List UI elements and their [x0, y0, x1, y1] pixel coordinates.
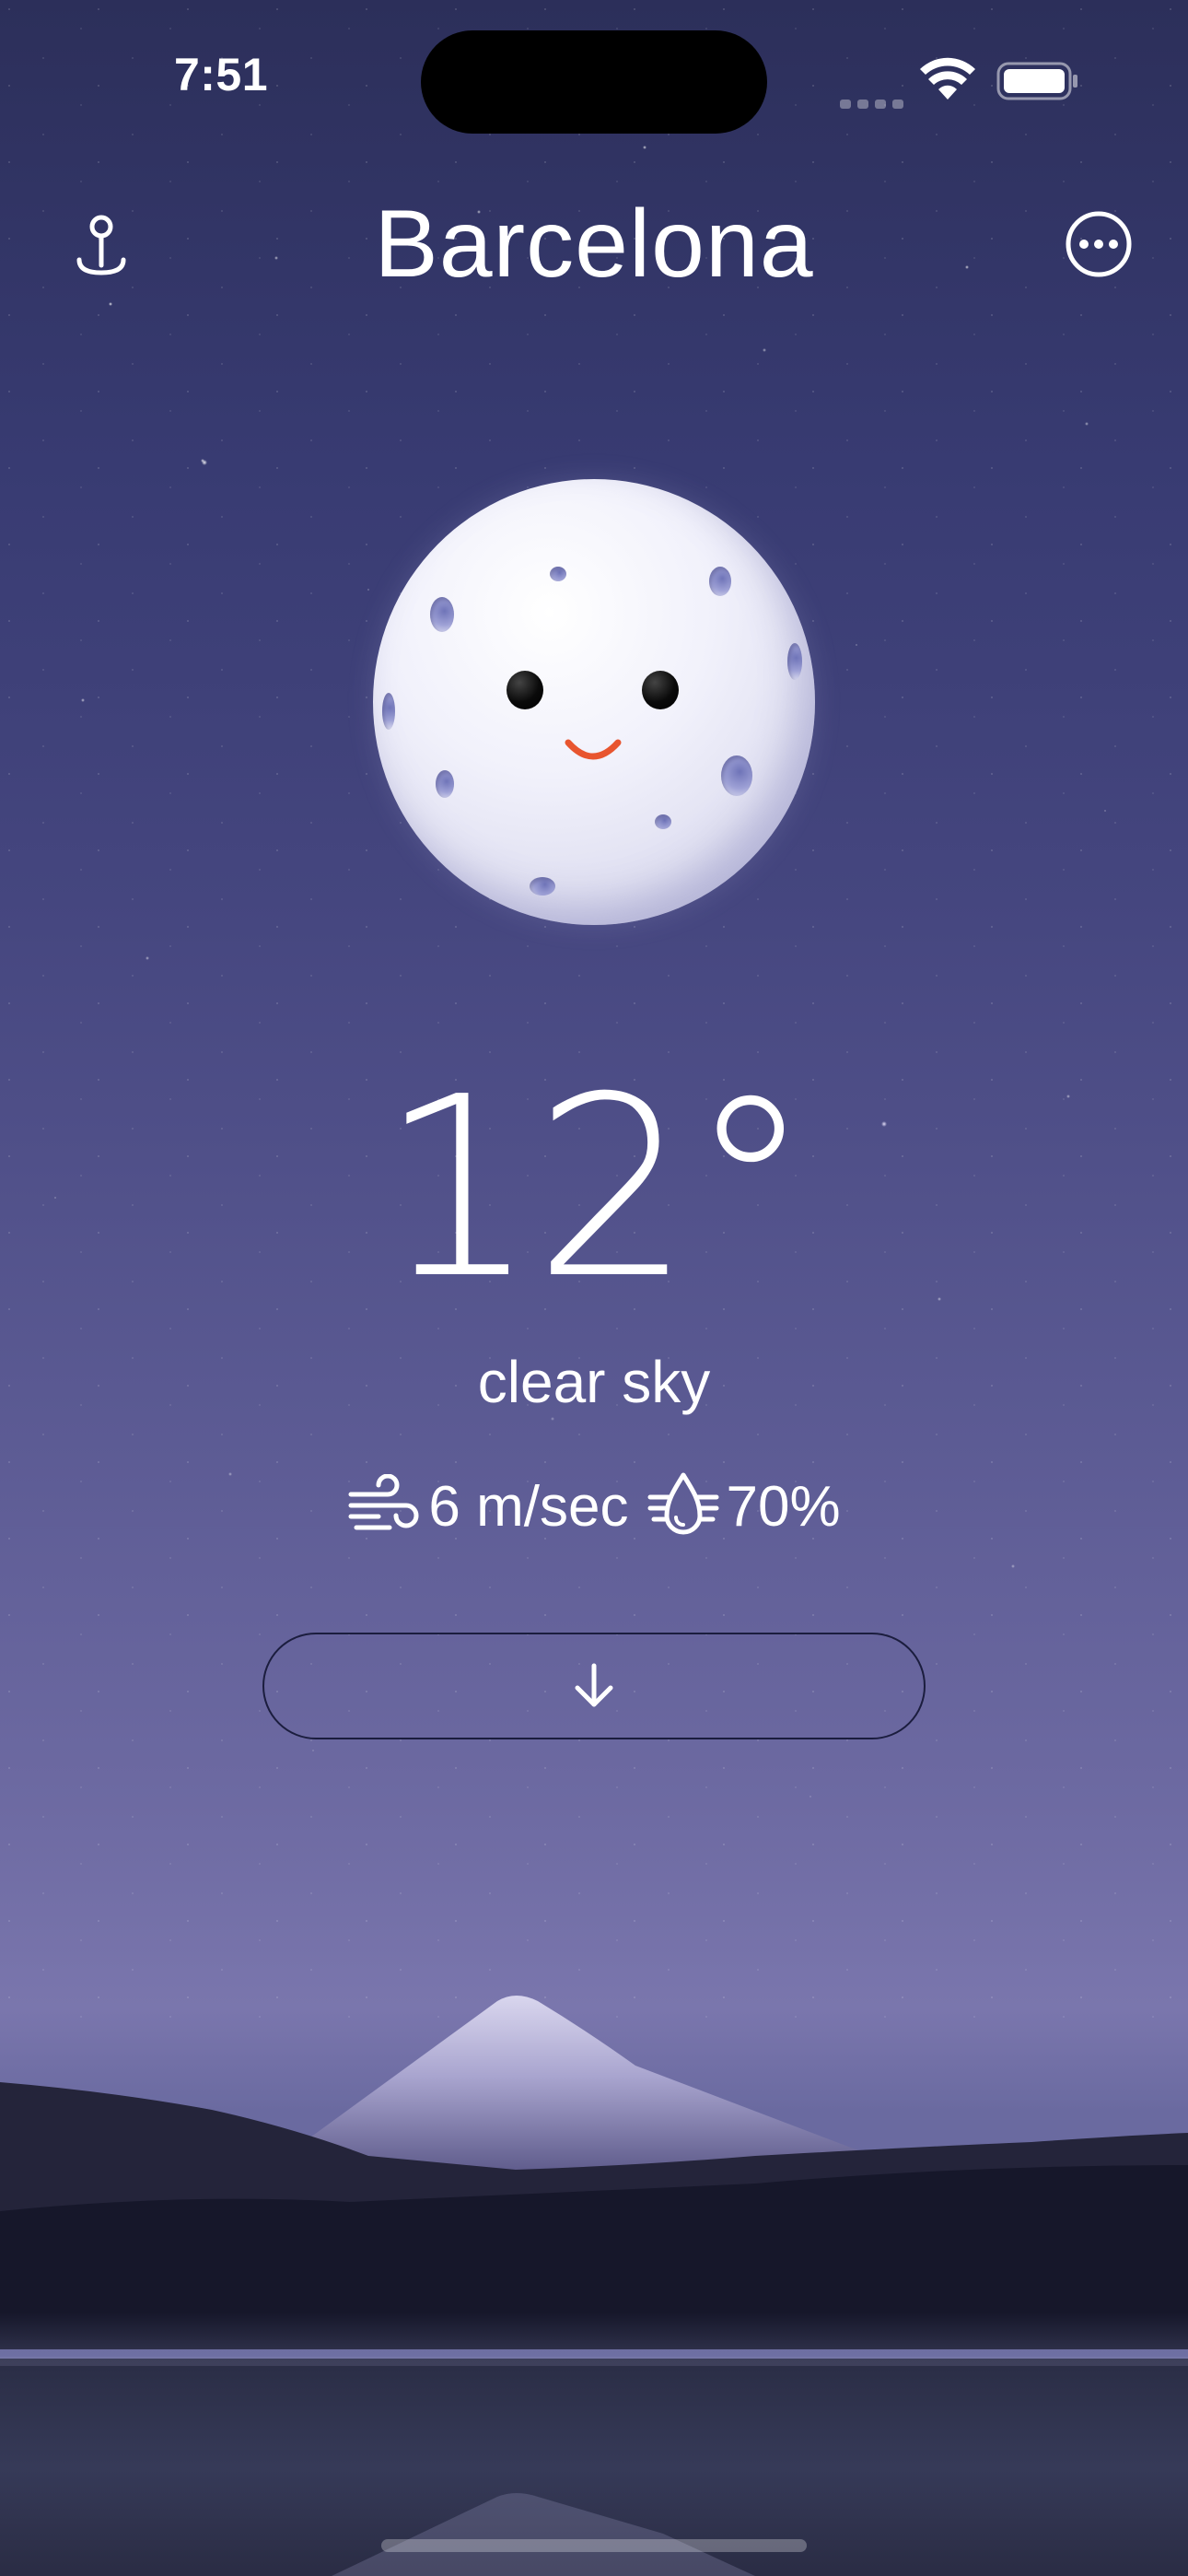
wind-stat: 6 m/sec [347, 1474, 628, 1540]
moon-left-eye [507, 671, 543, 709]
wind-icon [348, 1474, 419, 1530]
header: Barcelona [0, 184, 1188, 304]
humidity-stat: 70% [646, 1469, 841, 1543]
mountain-peak [304, 1996, 921, 2174]
location-button[interactable] [51, 193, 152, 295]
home-indicator[interactable] [381, 2539, 807, 2552]
cell-signal-icon [840, 81, 906, 109]
more-options-icon [1066, 211, 1132, 277]
city-title: Barcelona [374, 191, 814, 298]
temperature-value: 12 [379, 1043, 693, 1333]
weather-condition: clear sky [477, 1349, 711, 1415]
humidity-value: 70% [726, 1474, 841, 1539]
humidity-icon [647, 1472, 719, 1535]
status-time: 7:51 [173, 49, 269, 100]
expand-forecast-button[interactable] [262, 1633, 926, 1739]
moon-right-eye [642, 671, 679, 709]
arrow-down-icon [575, 1663, 613, 1707]
moon-face-icon [373, 479, 815, 925]
weather-stats: 6 m/sec 70% [0, 1465, 1188, 1548]
dynamic-island [421, 30, 767, 134]
moon-smile [565, 739, 622, 760]
battery-icon [996, 62, 1077, 100]
degree-symbol: ° [688, 1043, 812, 1333]
wind-value: 6 m/sec [428, 1474, 629, 1539]
location-pin-icon [76, 215, 126, 275]
more-options-button[interactable] [1048, 193, 1149, 295]
temperature-display: 12° [0, 1060, 1188, 1317]
status-bar: 7:51 [0, 0, 1188, 157]
mountain-lake-landscape [0, 1996, 1188, 2576]
wifi-icon [920, 57, 975, 100]
